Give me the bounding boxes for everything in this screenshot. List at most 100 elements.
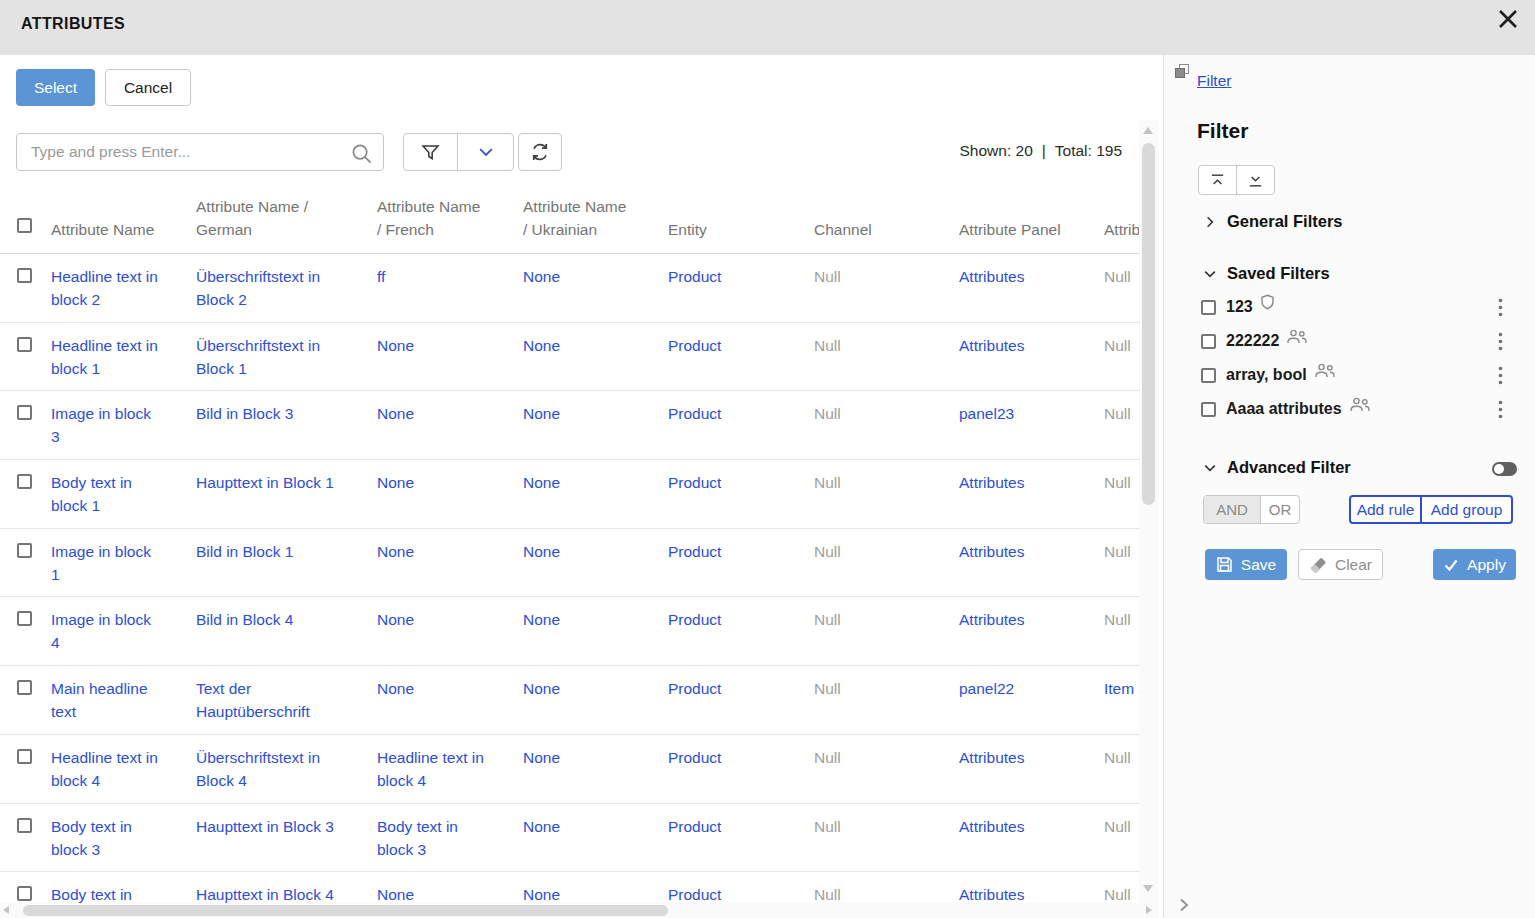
- row-checkbox[interactable]: [17, 337, 32, 352]
- add-group-button[interactable]: Add group: [1422, 497, 1511, 522]
- cell-attribute-name-german[interactable]: Bild in Block 4: [196, 611, 293, 628]
- cell-attribute-name-french[interactable]: None: [377, 405, 414, 422]
- save-button[interactable]: Save: [1205, 549, 1287, 580]
- cell-entity[interactable]: Product: [668, 268, 721, 285]
- cell-attribute-name-german[interactable]: Überschriftstext in Block 1: [196, 337, 320, 377]
- cell-attribute-name-german[interactable]: Überschriftstext in Block 2: [196, 268, 320, 308]
- horizontal-scrollbar[interactable]: [0, 903, 1159, 918]
- cell-entity[interactable]: Product: [668, 749, 721, 766]
- cell-attribute-name-ukrainian[interactable]: None: [523, 611, 560, 628]
- row-checkbox[interactable]: [17, 886, 32, 901]
- cell-attribute-name[interactable]: Headline text in block 4: [51, 749, 158, 789]
- row-checkbox[interactable]: [17, 405, 32, 420]
- cell-attribute-name-german[interactable]: Haupttext in Block 4: [196, 886, 334, 903]
- panels-icon[interactable]: [1175, 64, 1189, 78]
- saved-filter-checkbox[interactable]: [1201, 402, 1216, 417]
- search-icon[interactable]: [350, 142, 373, 165]
- row-checkbox[interactable]: [17, 680, 32, 695]
- saved-filter-checkbox[interactable]: [1201, 368, 1216, 383]
- filter-breadcrumb-link[interactable]: Filter: [1197, 72, 1231, 90]
- cell-attribute-name-german[interactable]: Bild in Block 3: [196, 405, 293, 422]
- cell-attribute-name-ukrainian[interactable]: None: [523, 680, 560, 697]
- expand-all-button[interactable]: [1237, 166, 1275, 194]
- cell-attribute-name[interactable]: Image in block 3: [51, 405, 151, 445]
- search-input[interactable]: [17, 134, 383, 170]
- scroll-down-arrow[interactable]: [1143, 885, 1153, 892]
- cell-attribute-name[interactable]: Main headline text: [51, 680, 148, 720]
- cell-entity[interactable]: Product: [668, 680, 721, 697]
- apply-button[interactable]: Apply: [1433, 549, 1516, 580]
- filter-dropdown-button[interactable]: [458, 134, 513, 170]
- cell-attribute-panel[interactable]: panel22: [959, 680, 1014, 697]
- cell-attribute-name-german[interactable]: Haupttext in Block 3: [196, 818, 334, 835]
- cancel-button[interactable]: Cancel: [105, 69, 191, 106]
- select-button[interactable]: Select: [16, 69, 95, 106]
- row-checkbox[interactable]: [17, 268, 32, 283]
- kebab-menu-icon[interactable]: [1498, 332, 1503, 351]
- select-all-checkbox[interactable]: [17, 218, 32, 233]
- cell-attribute-panel[interactable]: Attributes: [959, 749, 1024, 766]
- cell-entity[interactable]: Product: [668, 337, 721, 354]
- cell-attribute-name-french[interactable]: None: [377, 886, 414, 903]
- cell-attribute-name-ukrainian[interactable]: None: [523, 268, 560, 285]
- row-checkbox[interactable]: [17, 818, 32, 833]
- saved-filter-checkbox[interactable]: [1201, 300, 1216, 315]
- cell-attribute-name-ukrainian[interactable]: None: [523, 474, 560, 491]
- row-checkbox[interactable]: [17, 474, 32, 489]
- cell-attribute-name[interactable]: Image in block 1: [51, 543, 151, 583]
- vertical-scrollbar[interactable]: [1139, 120, 1159, 903]
- cell-attribute-name-ukrainian[interactable]: None: [523, 886, 560, 903]
- cell-attribute-name[interactable]: Body text in block 3: [51, 818, 132, 858]
- cell-attribute-panel[interactable]: Attributes: [959, 268, 1024, 285]
- cell-attribute-panel[interactable]: Attributes: [959, 474, 1024, 491]
- collapse-all-button[interactable]: [1199, 166, 1237, 194]
- saved-filter-item[interactable]: array, bool: [1201, 363, 1506, 387]
- cell-attribute-name-french[interactable]: None: [377, 680, 414, 697]
- refresh-button[interactable]: [518, 133, 562, 171]
- cell-attribute-name-french[interactable]: Headline text in block 4: [377, 749, 484, 789]
- cell-entity[interactable]: Product: [668, 818, 721, 835]
- column-header-attribute-group[interactable]: Attrib: [1104, 218, 1139, 241]
- cell-entity[interactable]: Product: [668, 886, 721, 903]
- cell-attribute-name[interactable]: Image in block 4: [51, 611, 151, 651]
- cell-entity[interactable]: Product: [668, 543, 721, 560]
- cell-attribute-panel[interactable]: Attributes: [959, 543, 1024, 560]
- cell-entity[interactable]: Product: [668, 474, 721, 491]
- kebab-menu-icon[interactable]: [1498, 400, 1503, 419]
- cell-attribute-name[interactable]: Body text in block 1: [51, 474, 132, 514]
- cell-attribute-name-german[interactable]: Haupttext in Block 1: [196, 474, 334, 491]
- filter-funnel-button[interactable]: [404, 134, 458, 170]
- saved-filters-section[interactable]: Saved Filters: [1202, 264, 1330, 283]
- cell-attribute-name-ukrainian[interactable]: None: [523, 818, 560, 835]
- cell-attribute-name-german[interactable]: Bild in Block 1: [196, 543, 293, 560]
- column-header-attribute-name[interactable]: Attribute Name: [51, 218, 196, 241]
- cell-attribute-panel[interactable]: Attributes: [959, 337, 1024, 354]
- cell-attribute-name-ukrainian[interactable]: None: [523, 543, 560, 560]
- cell-attribute-name-german[interactable]: Text der Hauptüberschrift: [196, 680, 310, 720]
- advanced-filter-toggle[interactable]: [1492, 462, 1517, 476]
- clear-button[interactable]: Clear: [1298, 549, 1383, 580]
- saved-filter-item[interactable]: 222222: [1201, 329, 1506, 353]
- advanced-filter-section[interactable]: Advanced Filter: [1202, 458, 1351, 477]
- cell-attribute-name[interactable]: Headline text in block 2: [51, 268, 158, 308]
- cell-attribute-name-french[interactable]: None: [377, 543, 414, 560]
- scroll-left-arrow[interactable]: [3, 906, 9, 914]
- row-checkbox[interactable]: [17, 543, 32, 558]
- cell-entity[interactable]: Product: [668, 405, 721, 422]
- row-checkbox[interactable]: [17, 611, 32, 626]
- saved-filter-item[interactable]: 123: [1201, 295, 1506, 319]
- cell-attribute-name-ukrainian[interactable]: None: [523, 749, 560, 766]
- saved-filter-item[interactable]: Aaaa attributes: [1201, 397, 1506, 421]
- cell-attribute-name-french[interactable]: None: [377, 337, 414, 354]
- cell-attribute-name-ukrainian[interactable]: None: [523, 405, 560, 422]
- cell-attribute-name[interactable]: Headline text in block 1: [51, 337, 158, 377]
- row-checkbox[interactable]: [17, 749, 32, 764]
- add-rule-button[interactable]: Add rule: [1351, 497, 1422, 522]
- cell-attribute-name-german[interactable]: Überschriftstext in Block 4: [196, 749, 320, 789]
- sidebar-collapse-chevron-icon[interactable]: [1176, 897, 1192, 913]
- column-header-entity[interactable]: Entity: [668, 218, 814, 241]
- cell-attribute-name-french[interactable]: ff: [377, 268, 385, 285]
- or-button[interactable]: OR: [1261, 496, 1299, 523]
- vertical-scroll-thumb[interactable]: [1142, 143, 1155, 505]
- cell-attribute-panel[interactable]: panel23: [959, 405, 1014, 422]
